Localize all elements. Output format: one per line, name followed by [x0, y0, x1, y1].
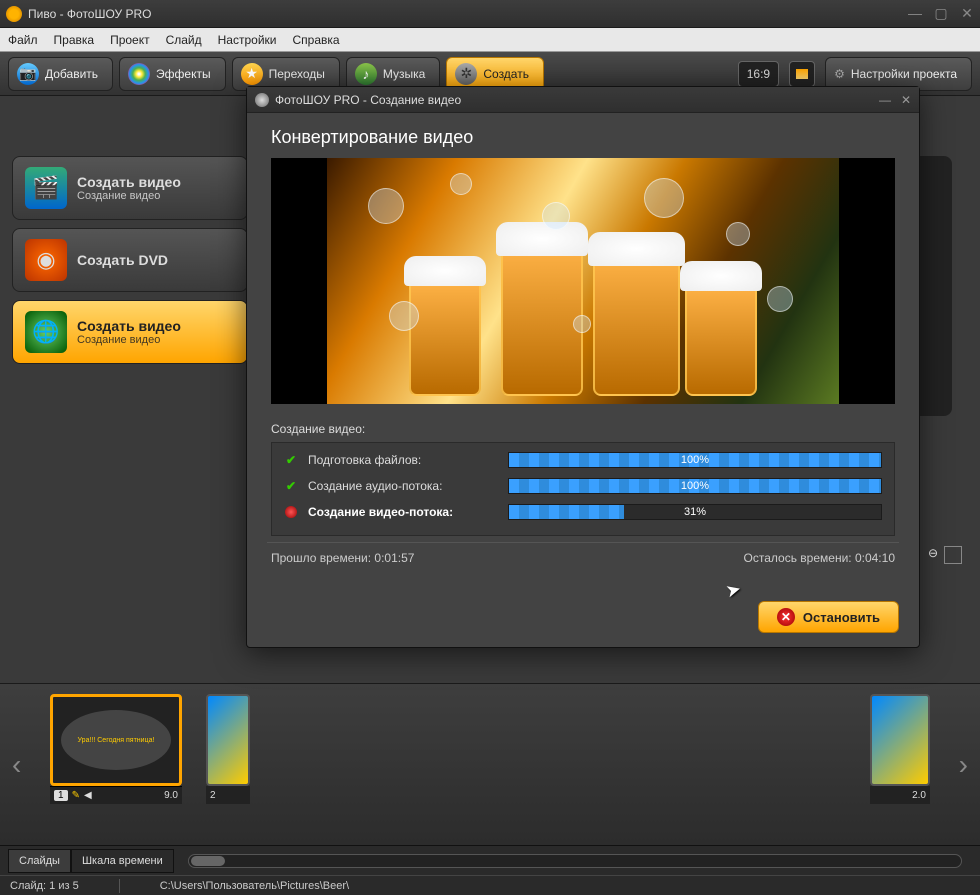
create-video-card[interactable]: 🎬 Создать видео Создание видео	[12, 156, 248, 220]
record-icon	[284, 505, 298, 519]
stop-button-label: Остановить	[803, 610, 880, 625]
star-icon: ★	[241, 63, 263, 85]
create-web-sub: Создание видео	[77, 334, 181, 346]
transition-1-preview	[206, 694, 250, 786]
slide-style-icon	[796, 69, 808, 79]
checkmark-icon: ✔	[284, 479, 298, 493]
toolbar-transitions-label: Переходы	[269, 67, 325, 81]
timeline-prev-arrow[interactable]: ‹	[12, 749, 21, 781]
slide-thumb-1[interactable]: Ура!!! Сегодня пятница! 1 ✎ ◀ 9.0	[50, 694, 182, 804]
bottom-tabs: Слайды Шкала времени	[0, 845, 980, 875]
progress-section-label: Создание видео:	[271, 422, 895, 436]
dvd-icon: ◉	[25, 239, 67, 281]
create-dvd-title: Создать DVD	[77, 252, 168, 268]
minimize-icon[interactable]: —	[908, 5, 922, 22]
status-bar: Слайд: 1 из 5 C:\Users\Пользователь\Pict…	[0, 875, 980, 895]
export-preview	[271, 158, 895, 404]
edit-slide-icon[interactable]: ✎	[72, 790, 80, 801]
menu-help[interactable]: Справка	[292, 33, 339, 47]
progress-audio-label: Создание аудио-потока:	[308, 479, 498, 493]
dialog-heading: Конвертирование видео	[271, 127, 895, 148]
progress-files-label: Подготовка файлов:	[308, 453, 498, 467]
menu-project[interactable]: Проект	[110, 33, 150, 47]
film-reel-icon: ✲	[455, 63, 477, 85]
stop-button[interactable]: ✕ Остановить	[758, 601, 899, 633]
close-icon[interactable]: ✕	[960, 5, 974, 22]
play-slide-icon[interactable]: ◀	[84, 790, 92, 801]
app-icon	[6, 6, 22, 22]
slide-style-button[interactable]	[789, 61, 815, 87]
transition-index: 2	[210, 790, 216, 801]
status-path: C:\Users\Пользователь\Pictures\Beer\	[160, 880, 349, 892]
transition-duration: 2.0	[912, 790, 926, 801]
dialog-titlebar: ФотоШОУ PRO - Создание видео — ✕	[247, 87, 919, 113]
elapsed-time: Прошло времени: 0:01:57	[271, 551, 414, 565]
transition-tile-1[interactable]: 2	[206, 694, 250, 804]
camera-icon: 📷	[17, 63, 39, 85]
status-slide-counter: Слайд: 1 из 5	[10, 880, 79, 892]
main-titlebar: Пиво - ФотоШОУ PRO — ▢ ✕	[0, 0, 980, 28]
toolbar-create-label: Создать	[483, 67, 529, 81]
create-web-card[interactable]: 🌐 Создать видео Создание видео	[12, 300, 248, 364]
progress-row-video: Создание видео-потока: 31%	[280, 501, 886, 523]
progress-video-bar: 31%	[508, 504, 882, 520]
create-web-title: Создать видео	[77, 318, 181, 334]
menu-edit[interactable]: Правка	[54, 33, 95, 47]
dialog-title-text: ФотоШОУ PRO - Создание видео	[275, 93, 461, 107]
menu-settings[interactable]: Настройки	[218, 33, 277, 47]
dialog-close-icon[interactable]: ✕	[901, 93, 911, 107]
dialog-minimize-icon[interactable]: —	[879, 93, 891, 107]
progress-row-audio: ✔ Создание аудио-потока: 100%	[280, 475, 886, 497]
slide-1-preview: Ура!!! Сегодня пятница!	[61, 710, 171, 770]
toolbar-add-button[interactable]: 📷 Добавить	[8, 57, 113, 91]
export-dialog: ФотоШОУ PRO - Создание видео — ✕ Конверт…	[246, 86, 920, 648]
slide-duration: 9.0	[164, 790, 178, 801]
progress-video-label: Создание видео-потока:	[308, 505, 498, 519]
progress-audio-pct: 100%	[509, 480, 881, 492]
checkmark-icon: ✔	[284, 453, 298, 467]
transition-tile-2[interactable]: 2.0	[870, 694, 930, 804]
fullscreen-icon[interactable]	[944, 546, 962, 564]
palette-icon	[128, 63, 150, 85]
stop-x-icon: ✕	[777, 608, 795, 626]
slide-index: 1	[54, 790, 68, 801]
gear-icon: ⚙	[834, 67, 845, 81]
create-dvd-card[interactable]: ◉ Создать DVD	[12, 228, 248, 292]
zoom-out-icon[interactable]: ⊖	[928, 546, 938, 564]
remaining-time: Осталось времени: 0:04:10	[744, 551, 895, 565]
tab-slides[interactable]: Слайды	[8, 849, 71, 873]
maximize-icon[interactable]: ▢	[934, 5, 948, 22]
progress-row-files: ✔ Подготовка файлов: 100%	[280, 449, 886, 471]
timeline-next-arrow[interactable]: ›	[959, 749, 968, 781]
progress-files-pct: 100%	[509, 454, 881, 466]
transition-2-preview	[870, 694, 930, 786]
progress-video-pct: 31%	[509, 506, 881, 518]
toolbar-effects-button[interactable]: Эффекты	[119, 57, 226, 91]
video-file-icon: 🎬	[25, 167, 67, 209]
toolbar-effects-label: Эффекты	[156, 67, 211, 81]
dialog-app-icon	[255, 93, 269, 107]
timeline-strip: ‹ › Ура!!! Сегодня пятница! 1 ✎ ◀ 9.0 2 …	[0, 683, 980, 845]
menu-file[interactable]: Файл	[8, 33, 38, 47]
music-icon: ♪	[355, 63, 377, 85]
window-title: Пиво - ФотоШОУ PRO	[28, 7, 152, 21]
timeline-scrollbar[interactable]	[188, 854, 962, 868]
toolbar-add-label: Добавить	[45, 67, 98, 81]
menu-bar: Файл Правка Проект Слайд Настройки Справ…	[0, 28, 980, 52]
globe-icon: 🌐	[25, 311, 67, 353]
progress-files-bar: 100%	[508, 452, 882, 468]
project-settings-label: Настройки проекта	[851, 67, 957, 81]
create-video-sub: Создание видео	[77, 190, 181, 202]
aspect-ratio-selector[interactable]: 16:9	[738, 61, 779, 87]
toolbar-music-label: Музыка	[383, 67, 425, 81]
progress-audio-bar: 100%	[508, 478, 882, 494]
create-options-column: 🎬 Создать видео Создание видео ◉ Создать…	[0, 96, 260, 683]
create-video-title: Создать видео	[77, 174, 181, 190]
tab-timeline[interactable]: Шкала времени	[71, 849, 174, 873]
menu-slide[interactable]: Слайд	[166, 33, 202, 47]
